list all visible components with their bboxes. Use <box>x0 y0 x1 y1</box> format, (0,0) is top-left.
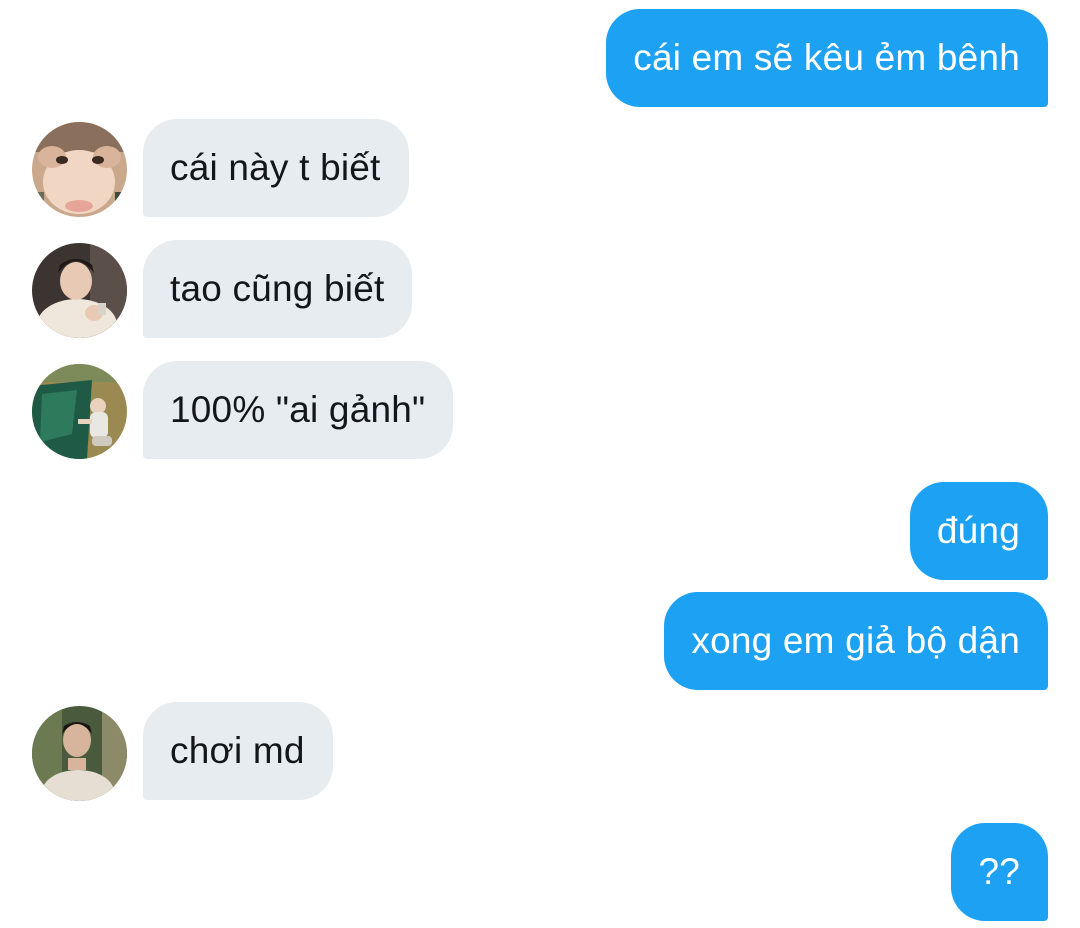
message-bubble-outgoing[interactable]: xong em giả bộ dận <box>664 592 1048 690</box>
avatar[interactable] <box>32 122 127 217</box>
message-text: tao cũng biết <box>170 268 385 309</box>
avatar[interactable] <box>32 243 127 338</box>
user-photo-4-icon <box>32 706 127 801</box>
message-text: cái em sẽ kêu ẻm bênh <box>633 37 1020 78</box>
message-text: chơi md <box>170 730 305 771</box>
message-bubble-outgoing[interactable]: ?? <box>951 823 1048 921</box>
message-bubble-outgoing[interactable]: cái em sẽ kêu ẻm bênh <box>606 9 1048 107</box>
message-text: 100% "ai gảnh" <box>170 389 426 430</box>
user-photo-2-icon <box>32 243 127 338</box>
message-bubble-outgoing[interactable]: đúng <box>909 482 1048 580</box>
message-text: đúng <box>936 510 1020 551</box>
avatar[interactable] <box>32 364 127 459</box>
message-bubble-incoming[interactable]: chơi md <box>143 702 333 800</box>
message-bubble-incoming[interactable]: 100% "ai gảnh" <box>143 361 454 459</box>
message-text: cái này t biết <box>170 147 381 188</box>
message-text: ?? <box>978 851 1020 892</box>
user-photo-1-icon <box>32 122 127 217</box>
message-bubble-incoming[interactable]: cái này t biết <box>143 119 409 217</box>
message-bubble-incoming[interactable]: tao cũng biết <box>143 240 413 338</box>
user-photo-3-icon <box>32 364 127 459</box>
message-text: xong em giả bộ dận <box>691 620 1020 661</box>
avatar[interactable] <box>32 706 127 801</box>
